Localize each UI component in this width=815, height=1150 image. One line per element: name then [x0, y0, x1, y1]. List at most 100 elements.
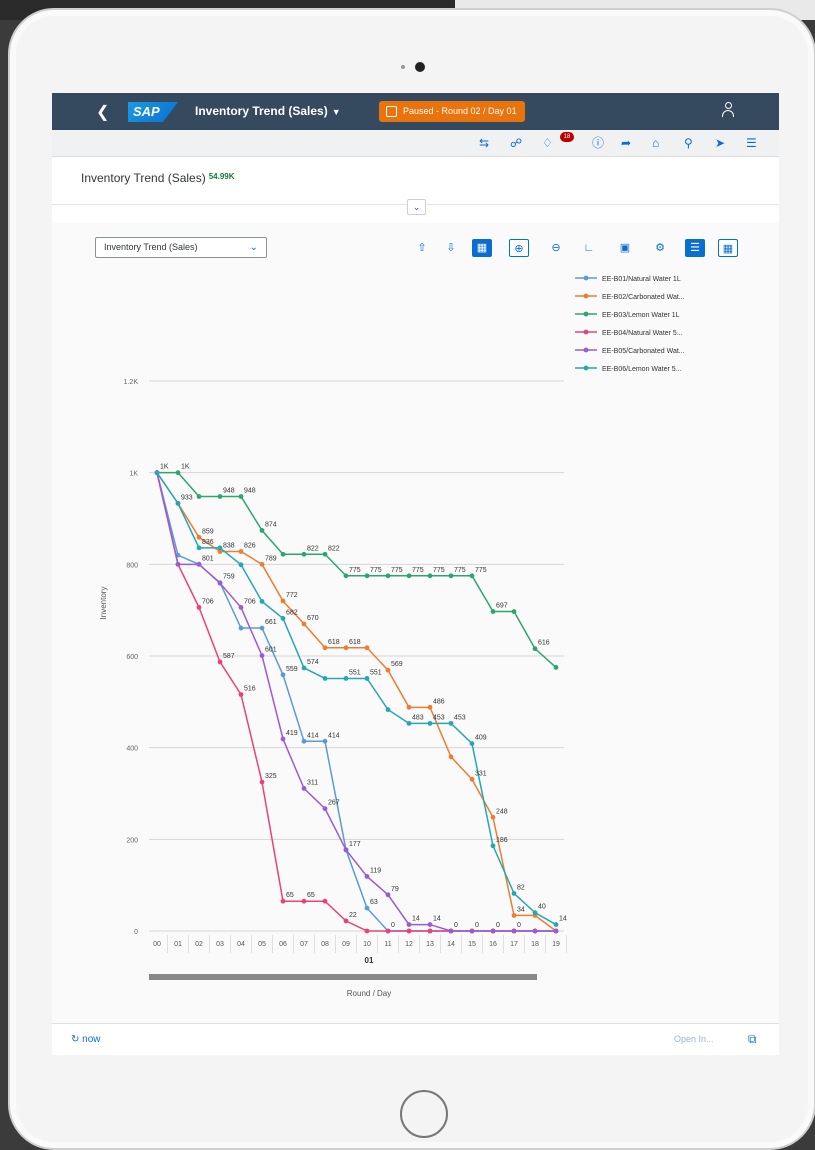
x-tick-label: 17 [510, 941, 518, 948]
menu-icon[interactable]: ☰ [746, 137, 757, 149]
data-label: 65 [307, 892, 315, 899]
data-point [511, 891, 517, 896]
share-icon[interactable]: ➦ [621, 137, 631, 149]
legend-icon[interactable]: ☰ [685, 239, 705, 257]
data-point [343, 676, 349, 681]
data-label: 574 [307, 659, 319, 666]
user-icon[interactable] [722, 102, 734, 118]
data-label: 775 [454, 567, 466, 574]
app-title-menu[interactable]: Inventory Trend (Sales) ▼ [195, 104, 341, 118]
data-point [553, 665, 559, 670]
zoom-in-icon[interactable]: ⊕ [509, 239, 529, 257]
status-badge[interactable]: Paused - Round 02 / Day 01 [379, 101, 525, 122]
data-point [490, 609, 496, 614]
home-icon[interactable]: ⌂ [652, 137, 659, 149]
chart-legend: EE-B01/Natural Water 1L EE-B02/Carbonated… [575, 275, 685, 373]
status-text: Paused - Round 02 / Day 01 [403, 106, 517, 116]
x-tick-label: 03 [216, 941, 224, 948]
chevron-down-icon: ⌄ [249, 242, 258, 253]
x-tick-label: 01 [174, 941, 182, 948]
chart-type-icon[interactable]: ∟ [579, 239, 599, 257]
open-in-link[interactable]: Open In... [674, 1034, 714, 1044]
bell-icon[interactable]: ♢ [542, 137, 553, 149]
fullscreen-icon[interactable]: ▣ [615, 239, 635, 257]
data-point [196, 534, 202, 540]
data-label: 331 [475, 770, 487, 777]
data-point [406, 573, 412, 579]
data-point [364, 928, 370, 934]
data-label: 874 [265, 521, 277, 528]
data-label: 551 [370, 669, 382, 676]
data-label: 697 [496, 603, 508, 610]
data-label: 822 [328, 545, 340, 552]
settings-icon[interactable]: ⚙ [650, 239, 670, 257]
data-label: 789 [265, 555, 277, 562]
data-point [385, 928, 391, 934]
data-point [406, 720, 412, 726]
data-label: 551 [349, 669, 361, 676]
data-point [196, 605, 202, 610]
data-point [511, 913, 517, 918]
view-select[interactable]: Inventory Trend (Sales) ⌄ [95, 237, 267, 258]
legend-marker [583, 311, 589, 317]
data-label: 14 [433, 916, 441, 923]
data-point [427, 720, 433, 726]
data-point [196, 545, 202, 551]
data-point [448, 720, 454, 726]
data-point [427, 704, 433, 710]
legend-entry: EE-B06/Lemon Water 5... [602, 366, 682, 373]
data-label: 618 [349, 639, 361, 646]
sap-logo[interactable]: SAP [128, 102, 178, 122]
data-point [238, 549, 244, 554]
shell-toolbar: ⇆ ☍ ♢ 18 ⓘ ➦ ⌂ ⚲ ➤ ☰ [52, 130, 779, 157]
page-title: Inventory Trend (Sales) 54.99K [81, 171, 235, 185]
data-label: 414 [328, 732, 340, 739]
megaphone-icon[interactable]: ➤ [715, 137, 725, 149]
chart-area: Inventory Trend (Sales) ⌄ ⇧ ⇩ ▦ ⊕ ⊖ ∟ ▣ … [52, 223, 779, 1023]
x-tick-label: 02 [195, 941, 203, 948]
transfer-icon[interactable]: ⇆ [479, 137, 489, 149]
x-tick-label: 09 [342, 941, 350, 948]
data-point [469, 741, 475, 746]
table-icon[interactable]: ▦ [718, 239, 738, 257]
data-point [532, 646, 538, 652]
legend-entry: EE-B01/Natural Water 1L [602, 276, 681, 283]
data-label: 483 [412, 714, 424, 721]
data-label: 838 [223, 543, 235, 550]
data-label: 486 [433, 698, 445, 705]
data-point [154, 470, 160, 476]
horizontal-scrollbar[interactable] [149, 974, 537, 980]
export-icon[interactable]: ⧉ [748, 1032, 757, 1047]
data-label: 22 [349, 912, 357, 919]
help-icon[interactable]: ⓘ [592, 137, 604, 149]
chat-icon[interactable]: ☍ [510, 137, 522, 149]
x-tick-label: 14 [447, 941, 455, 948]
y-tick-label: 1K [129, 471, 138, 478]
chart-view-icon[interactable]: ▦ [472, 239, 492, 257]
data-point [364, 676, 370, 681]
data-label: 1K [181, 464, 190, 471]
zoom-out-icon[interactable]: ⊖ [546, 239, 566, 257]
data-point [217, 494, 223, 499]
pin-down-icon[interactable]: ⇩ [441, 239, 461, 257]
shell-bar: ❮ SAP Inventory Trend (Sales) ▼ Paused - … [52, 93, 779, 130]
app-title: Inventory Trend (Sales) [195, 104, 328, 118]
data-label: 419 [286, 730, 298, 737]
search-settings-icon[interactable]: ⚲ [684, 137, 693, 149]
data-label: 79 [391, 886, 399, 893]
collapse-header-button[interactable]: ⌄ [407, 199, 426, 215]
data-point [385, 707, 391, 713]
y-tick-label: 1.2K [124, 379, 139, 386]
data-point [343, 847, 349, 853]
legend-marker [583, 365, 589, 371]
data-point [490, 928, 496, 934]
chevron-left-icon[interactable]: ❮ [96, 102, 109, 122]
app-screen: ❮ SAP Inventory Trend (Sales) ▼ Paused - … [52, 93, 779, 1055]
x-tick-label: 00 [153, 941, 161, 948]
refresh-link[interactable]: ↻ now [71, 1034, 101, 1045]
pin-up-icon[interactable]: ⇧ [412, 239, 432, 257]
data-label: 859 [202, 528, 214, 535]
x-tick-label: 18 [531, 941, 539, 948]
home-button[interactable] [400, 1090, 448, 1138]
data-point [322, 551, 328, 557]
